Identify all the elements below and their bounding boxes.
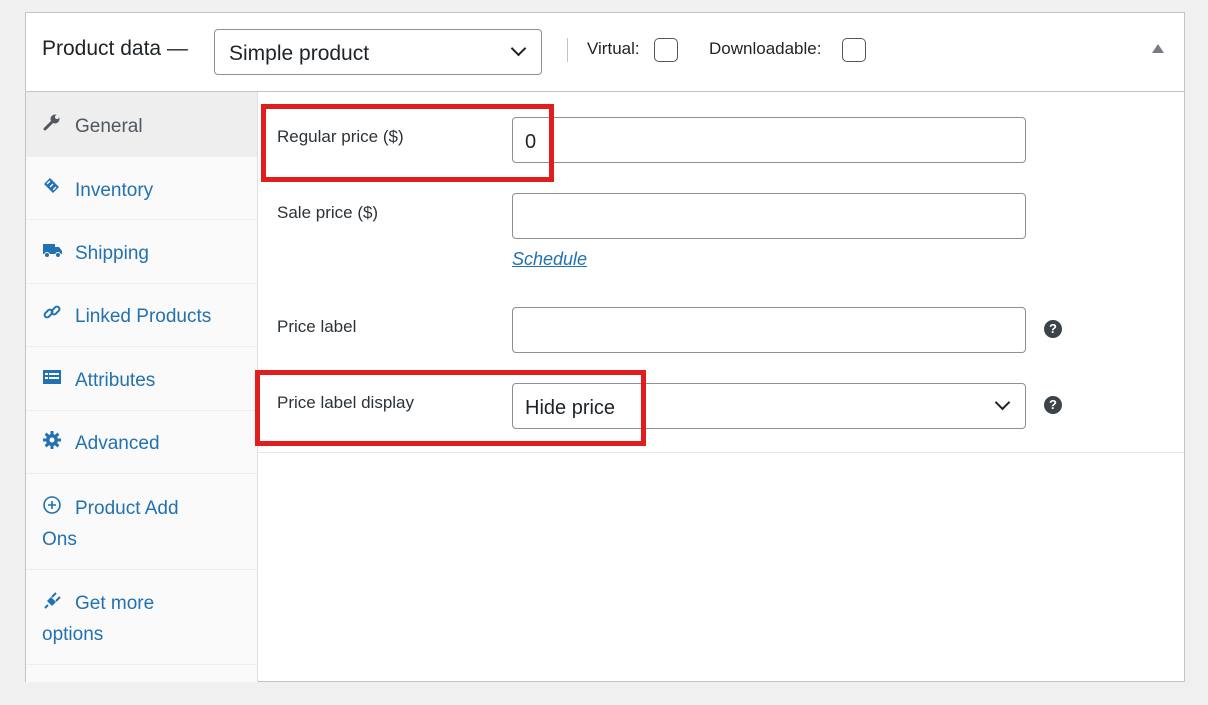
panel-header: Product data — Simple product Virtual: D… bbox=[26, 13, 1184, 92]
product-data-tabs: General Inventory Shipping Linked Produc… bbox=[26, 92, 258, 682]
panel-title: Product data — bbox=[42, 37, 188, 60]
highlight-box-regular-price bbox=[261, 104, 554, 182]
highlight-box-price-label-display bbox=[255, 370, 646, 446]
downloadable-label: Downloadable: bbox=[709, 39, 822, 58]
tab-general[interactable]: General bbox=[26, 92, 257, 157]
tab-label: Product Add bbox=[75, 498, 179, 519]
plug-icon bbox=[44, 592, 61, 609]
tab-product-add-ons[interactable]: Product Add Ons bbox=[26, 474, 257, 570]
tab-label: Inventory bbox=[75, 180, 154, 201]
sale-price-label: Sale price ($) bbox=[277, 203, 379, 222]
tag-icon bbox=[44, 178, 59, 193]
tab-label-cont: Ons bbox=[42, 529, 77, 550]
sale-price-input[interactable] bbox=[512, 193, 1026, 239]
header-divider bbox=[567, 38, 568, 62]
help-icon[interactable]: ? bbox=[1044, 320, 1062, 338]
link-icon bbox=[43, 305, 61, 319]
tab-label: Advanced bbox=[75, 433, 160, 454]
tab-inventory[interactable]: Inventory bbox=[26, 157, 257, 220]
gear-icon bbox=[43, 431, 61, 449]
tab-label: Shipping bbox=[75, 243, 149, 264]
plus-circle-icon bbox=[43, 496, 61, 514]
tab-get-more-options[interactable]: Get more options bbox=[26, 570, 257, 665]
price-label-input[interactable] bbox=[512, 307, 1026, 353]
tab-advanced[interactable]: Advanced bbox=[26, 411, 257, 474]
tab-label: Attributes bbox=[75, 370, 156, 391]
virtual-checkbox[interactable] bbox=[654, 38, 678, 62]
tab-label: General bbox=[75, 116, 143, 137]
tab-label: Get more bbox=[75, 593, 155, 614]
schedule-link[interactable]: Schedule bbox=[512, 249, 587, 270]
collapse-toggle-icon[interactable] bbox=[1152, 44, 1164, 53]
price-label-label: Price label bbox=[277, 317, 357, 336]
chevron-down-icon bbox=[994, 394, 1011, 411]
truck-icon bbox=[43, 244, 62, 258]
chevron-down-icon bbox=[510, 40, 527, 57]
virtual-label: Virtual: bbox=[587, 39, 640, 58]
downloadable-checkbox[interactable] bbox=[842, 38, 866, 62]
regular-price-input[interactable]: 0 bbox=[512, 117, 1026, 163]
tab-label-cont: options bbox=[42, 624, 104, 645]
list-icon bbox=[43, 370, 61, 384]
tab-label: Linked Products bbox=[75, 306, 212, 327]
wrench-icon bbox=[43, 114, 60, 131]
tab-linked-products[interactable]: Linked Products bbox=[26, 284, 257, 347]
product-type-value: Simple product bbox=[229, 42, 370, 65]
tab-shipping[interactable]: Shipping bbox=[26, 220, 257, 284]
product-type-select[interactable]: Simple product bbox=[214, 29, 542, 75]
tab-attributes[interactable]: Attributes bbox=[26, 347, 257, 411]
help-icon[interactable]: ? bbox=[1044, 396, 1062, 414]
product-data-panel: Product data — Simple product Virtual: D… bbox=[25, 12, 1185, 682]
